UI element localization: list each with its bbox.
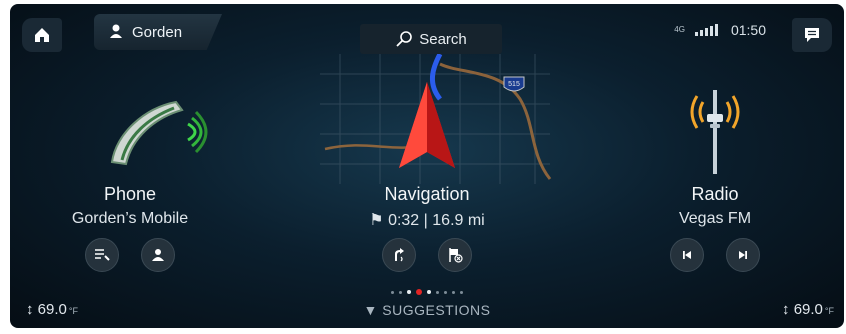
network-label: 4G (674, 25, 685, 34)
home-icon (35, 28, 49, 42)
cancel-route-icon (449, 248, 463, 263)
right-temp-unit: °F (824, 306, 834, 316)
previous-track-button[interactable] (670, 238, 704, 272)
phone-title: Phone (103, 184, 157, 204)
flag-icon: ⚑ (369, 212, 384, 229)
top-bar: Gorden Search 4G 01:50 (10, 4, 844, 60)
suggestions-label: SUGGESTIONS (382, 302, 491, 318)
page-dot[interactable] (407, 290, 411, 294)
profile-name: Gorden (132, 23, 183, 41)
contacts-icon (152, 249, 164, 261)
right-temp-value: 69.0 (793, 301, 823, 318)
route-eta: 0:32 (388, 212, 420, 229)
suggestions-toggle[interactable]: ▼ SUGGESTIONS (10, 302, 844, 318)
right-temperature[interactable]: ↕ 69.0 °F (782, 301, 834, 318)
highway-shield-label: 515 (508, 81, 520, 88)
radio-tower-icon (690, 90, 740, 174)
page-dot-active[interactable] (416, 289, 422, 295)
page-dot[interactable] (399, 291, 402, 294)
next-track-button[interactable] (726, 238, 760, 272)
highway-shield-icon: 515 (503, 76, 525, 92)
page-dot[interactable] (391, 291, 394, 294)
page-dot[interactable] (452, 291, 455, 294)
call-list-icon (95, 249, 110, 261)
messages-button[interactable] (792, 18, 832, 52)
search-button[interactable]: Search (360, 24, 502, 54)
head-unit-screen: 515 Gorden Search 4G 01:50 Phone Gorden’… (10, 4, 844, 328)
page-dot[interactable] (436, 291, 439, 294)
signal-icon (694, 24, 718, 36)
page-dot[interactable] (427, 290, 431, 294)
message-icon (805, 28, 819, 42)
route-separator: | (423, 212, 428, 229)
voice-guidance-button[interactable] (382, 238, 416, 272)
cancel-route-button[interactable] (438, 238, 472, 272)
person-icon (110, 24, 122, 41)
radio-title: Radio (691, 184, 739, 204)
navigation-title: Navigation (384, 184, 470, 204)
contacts-button[interactable] (141, 238, 175, 272)
phone-handset-icon (110, 100, 208, 166)
profile-selector[interactable]: Gorden (94, 14, 222, 50)
route-summary: ⚑ 0:32 | 16.9 mi (317, 210, 537, 230)
call-list-button[interactable] (85, 238, 119, 272)
route-distance: 16.9 mi (432, 212, 485, 229)
page-dot[interactable] (444, 291, 447, 294)
page-dot[interactable] (460, 291, 463, 294)
next-track-icon (739, 251, 747, 259)
home-button[interactable] (22, 18, 62, 52)
search-label: Search (419, 30, 467, 48)
previous-track-icon (683, 251, 691, 259)
chevron-down-icon: ▼ (363, 302, 378, 318)
page-indicator (10, 289, 844, 295)
voice-guidance-icon (395, 248, 404, 262)
search-icon (396, 31, 413, 47)
radio-station: Vegas FM (678, 210, 752, 227)
status-area: 4G 01:50 (674, 22, 766, 38)
clock: 01:50 (730, 22, 766, 38)
network-icon: 4G (674, 26, 685, 34)
nav-arrow-icon (399, 82, 455, 168)
updown-arrows-icon: ↕ (782, 301, 790, 318)
phone-subtitle: Gorden’s Mobile (71, 210, 189, 227)
